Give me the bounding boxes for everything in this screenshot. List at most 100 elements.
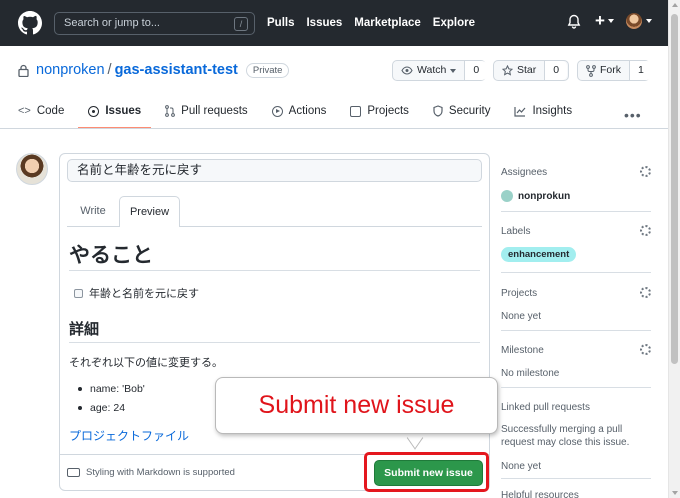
tab-actions[interactable]: Actions [271, 97, 327, 125]
repo-name-link[interactable]: gas-assistant-test [115, 62, 238, 78]
preview-tab[interactable]: Preview [119, 196, 180, 227]
tab-code-label: Code [36, 105, 65, 117]
preview-heading-2: 詳細 [69, 321, 100, 338]
search-placeholder: Search or jump to... [64, 17, 160, 29]
tab-issues[interactable]: Issues [78, 97, 151, 129]
preview-heading-1: やること [69, 244, 153, 267]
sidebar-assignees: Assignees nonprokun [501, 166, 651, 202]
search-shortcut-hint: / [234, 17, 248, 31]
create-new-icon[interactable]: + [595, 12, 605, 29]
tabs-divider [0, 128, 668, 129]
assignee-avatar [501, 190, 513, 202]
assignee-item[interactable]: nonprokun [501, 190, 651, 202]
scroll-down-arrow-icon[interactable] [672, 491, 678, 495]
watch-button[interactable]: Watch 0 [392, 60, 488, 81]
tab-insights[interactable]: Insights [514, 97, 572, 125]
label-badge[interactable]: enhancement [501, 247, 577, 262]
assignees-gear-icon[interactable] [640, 166, 651, 177]
markdown-note-text: Styling with Markdown is supported [86, 467, 235, 478]
labels-heading[interactable]: Labels [501, 226, 651, 237]
projects-value: None yet [501, 311, 542, 322]
scrollbar-thumb[interactable] [671, 14, 678, 364]
tab-insights-label: Insights [532, 105, 573, 117]
assignees-heading[interactable]: Assignees [501, 167, 651, 178]
watch-chevron-down-icon [450, 68, 457, 73]
nav-marketplace[interactable]: Marketplace [354, 17, 420, 29]
fork-button[interactable]: Fork 1 [577, 60, 652, 81]
tab-issues-label: Issues [105, 105, 142, 117]
helpful-resources-heading: Helpful resources [501, 490, 579, 498]
issue-title-field[interactable]: 名前と年齢を元に戻す [67, 159, 482, 182]
visibility-badge: Private [245, 62, 290, 78]
tab-security-label: Security [448, 105, 491, 117]
task-list-item: 年齢と名前を元に戻す [74, 285, 199, 301]
tab-projects[interactable]: Projects [350, 97, 409, 125]
sidebar-linked-pull-requests: Linked pull requests Successfully mergin… [501, 402, 651, 472]
heading-1-rule [69, 270, 480, 271]
tab-code[interactable]: <> Code [18, 97, 64, 125]
list-item: name: 'Bob' [78, 383, 145, 395]
eye-icon [401, 66, 413, 75]
preview-paragraph: それぞれ以下の値に変更する。 [69, 357, 223, 369]
highlight-frame [364, 452, 489, 492]
scroll-up-arrow-icon[interactable] [672, 3, 678, 7]
sidebar-divider [501, 330, 651, 331]
fork-label: Fork [600, 64, 621, 76]
search-input[interactable]: Search or jump to... / [54, 12, 255, 35]
fork-count[interactable]: 1 [630, 61, 652, 80]
linked-prs-heading: Linked pull requests [501, 402, 590, 413]
more-tabs-kebab-icon[interactable]: ••• [624, 107, 642, 123]
repo-path-separator: / [107, 62, 112, 78]
repo-owner-link[interactable]: nonproken [36, 62, 105, 78]
tab-pull-requests-label: Pull requests [181, 105, 248, 117]
issue-icon [88, 105, 100, 117]
markdown-note[interactable]: Styling with Markdown is supported [67, 467, 235, 478]
projects-heading[interactable]: Projects [501, 288, 651, 299]
sidebar-divider [501, 387, 651, 388]
star-icon [502, 65, 513, 76]
repo-tabs: <> Code Issues Pull requests Actions Pro… [18, 97, 596, 129]
nav-pulls[interactable]: Pulls [267, 17, 294, 29]
create-menu-chevron-down-icon[interactable] [607, 19, 614, 23]
project-file-link[interactable]: プロジェクトファイル [69, 427, 189, 444]
sidebar-projects: Projects None yet [501, 287, 651, 322]
milestone-gear-icon[interactable] [640, 344, 651, 355]
task-checkbox[interactable] [74, 288, 83, 298]
list-item: age: 24 [78, 402, 125, 414]
write-tab[interactable]: Write [67, 196, 119, 226]
lock-icon [18, 64, 29, 77]
pull-request-icon [165, 105, 176, 117]
star-button[interactable]: Star 0 [493, 60, 569, 81]
nav-explore[interactable]: Explore [433, 17, 475, 29]
projects-gear-icon[interactable] [640, 287, 651, 298]
linked-prs-description: Successfully merging a pull request may … [501, 424, 630, 448]
star-count[interactable]: 0 [545, 61, 568, 80]
code-icon: <> [18, 105, 31, 117]
star-label: Star [517, 64, 537, 76]
user-menu-chevron-down-icon[interactable] [645, 19, 652, 23]
fork-icon [586, 64, 596, 77]
bell-icon[interactable] [567, 14, 581, 29]
milestone-value: No milestone [501, 368, 560, 379]
author-avatar[interactable] [16, 153, 48, 185]
tab-projects-label: Projects [367, 105, 409, 117]
milestone-heading[interactable]: Milestone [501, 345, 651, 356]
labels-gear-icon[interactable] [640, 225, 651, 236]
heading-2-rule [69, 342, 480, 343]
tab-security[interactable]: Security [433, 97, 491, 125]
sidebar-divider [501, 211, 651, 212]
page-scrollbar[interactable] [668, 0, 680, 498]
nav-issues[interactable]: Issues [306, 17, 342, 29]
global-header: Search or jump to... / Pulls Issues Mark… [0, 0, 668, 46]
task-text: 年齢と名前を元に戻す [89, 288, 199, 300]
preview-tab-mask [120, 225, 179, 227]
github-logo-icon[interactable] [18, 11, 42, 35]
watch-count[interactable]: 0 [465, 61, 488, 80]
tab-actions-label: Actions [288, 105, 327, 117]
shield-icon [433, 105, 443, 117]
markdown-icon [67, 468, 80, 477]
tab-pull-requests[interactable]: Pull requests [165, 97, 248, 125]
callout-annotation: Submit new issue [215, 377, 498, 434]
linked-prs-value: None yet [501, 461, 542, 472]
user-avatar[interactable] [625, 13, 642, 29]
